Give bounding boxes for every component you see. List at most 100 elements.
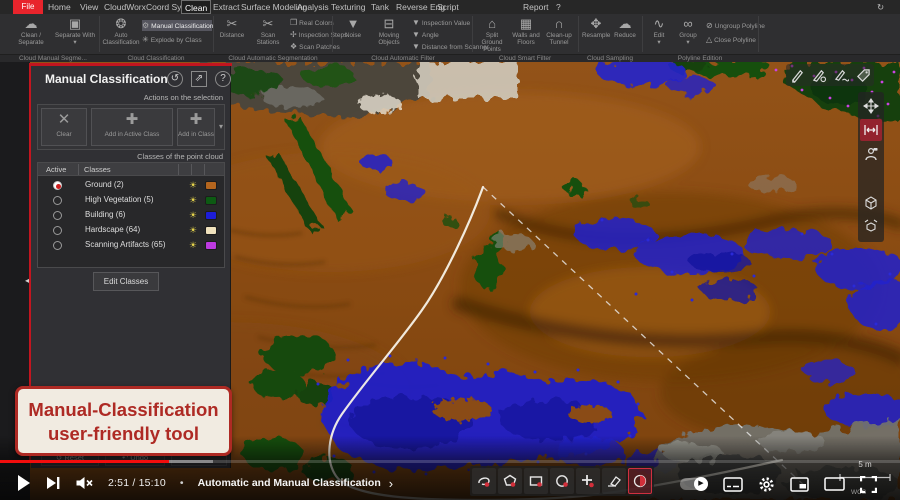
ribbon-split-ground-points-button[interactable]: ⌂ Split Ground Points xyxy=(476,16,508,54)
ribbon-separate-with-button[interactable]: ▣ Separate With ▾ xyxy=(54,16,96,54)
ribbon-noise-button[interactable]: ▼ Noise xyxy=(338,16,368,54)
class-color-swatch[interactable] xyxy=(205,226,217,235)
polygon-selection-button[interactable] xyxy=(498,468,522,494)
add-in-class-button[interactable]: ✚ Add in Class xyxy=(177,108,215,146)
pan-tool-button[interactable] xyxy=(860,95,882,117)
class-active-radio[interactable] xyxy=(53,211,62,220)
class-color-swatch[interactable] xyxy=(205,241,217,250)
view-orientation-tool-button[interactable] xyxy=(860,215,882,237)
visibility-bulb-icon[interactable]: ☀ xyxy=(189,178,197,192)
ribbon-resample-button[interactable]: ✥ Resample xyxy=(582,16,610,54)
tab-script[interactable]: Script xyxy=(434,0,462,14)
class-color-swatch[interactable] xyxy=(205,196,217,205)
fullscreen-button[interactable] xyxy=(860,475,877,493)
edit-classes-button[interactable]: Edit Classes xyxy=(93,272,159,291)
tunnel-icon: ∩ xyxy=(554,16,564,31)
ribbon-auto-classification-button[interactable]: ❂ Auto Classification xyxy=(102,16,140,54)
lasso-selection-button[interactable] xyxy=(472,468,496,494)
class-label: Ground (2) xyxy=(85,180,124,189)
tab-view[interactable]: View xyxy=(77,0,101,14)
ribbon-moving-objects-button[interactable]: ⊟ Moving Objects xyxy=(370,16,408,54)
ribbon-walls-and-floors-button[interactable]: ▦ Walls and Floors xyxy=(510,16,542,54)
scissors-station-icon: ✂ xyxy=(262,16,274,31)
ribbon-group-polyline-button[interactable]: ∞ Group ▾ xyxy=(674,16,702,54)
section-box-icon xyxy=(865,196,877,210)
help-icon[interactable]: ? xyxy=(215,71,231,87)
class-row-high-vegetation[interactable]: High Vegetation (5) ☀ xyxy=(39,193,223,207)
subtitles-button[interactable] xyxy=(723,476,743,492)
chapter-chevron-icon[interactable]: › xyxy=(389,476,393,491)
tab-clean[interactable]: Clean xyxy=(181,0,212,14)
cube-icon: ▣ xyxy=(68,16,82,31)
autoplay-toggle[interactable]: ▶ xyxy=(680,477,708,491)
tag-icon[interactable] xyxy=(856,68,871,83)
class-active-radio[interactable] xyxy=(53,241,62,250)
class-active-radio[interactable] xyxy=(53,226,62,235)
chapter-title[interactable]: Automatic and Manual Classification xyxy=(198,477,381,489)
visibility-bulb-icon[interactable]: ☀ xyxy=(189,223,197,237)
visibility-bulb-icon[interactable]: ☀ xyxy=(189,238,197,252)
visibility-bulb-icon[interactable]: ☀ xyxy=(189,208,197,222)
class-row-scanning-artifacts[interactable]: Scanning Artifacts (65) ☀ xyxy=(39,238,223,252)
settings-gear-button[interactable] xyxy=(758,476,775,493)
rectangle-selection-button[interactable] xyxy=(524,468,548,494)
visibility-bulb-icon[interactable]: ☀ xyxy=(189,193,197,207)
history-icon[interactable]: ↺ xyxy=(167,71,183,87)
ribbon-clean-separate-button[interactable]: ☁ Clean / Separate xyxy=(10,16,52,54)
button-label: Close Polyline xyxy=(714,37,756,44)
polygon-icon xyxy=(503,474,517,487)
next-button[interactable] xyxy=(46,475,61,491)
ribbon-edit-polyline-button[interactable]: ∿ Edit ▾ xyxy=(646,16,672,54)
class-color-swatch[interactable] xyxy=(205,181,217,190)
dropdown-caret-icon[interactable]: ▾ xyxy=(219,122,223,131)
ribbon-ungroup-polyline-button[interactable]: ⊘ Ungroup Polyline xyxy=(706,20,765,31)
theater-mode-button[interactable] xyxy=(824,477,845,491)
miniplayer-button[interactable] xyxy=(790,476,809,492)
orbit-tool-button[interactable] xyxy=(860,143,882,165)
class-active-radio[interactable] xyxy=(53,181,62,190)
ribbon-close-polyline-button[interactable]: △ Close Polyline xyxy=(706,34,758,45)
menu-help-button[interactable]: ? xyxy=(553,0,564,14)
tab-analysis[interactable]: Analysis xyxy=(294,0,332,14)
draw-pen-icon[interactable] xyxy=(834,68,849,83)
class-row-ground[interactable]: Ground (2) ☀ xyxy=(39,178,223,192)
ribbon-explode-by-class-button[interactable]: ✳ Explode by Class xyxy=(142,34,212,45)
ribbon-manual-classification-button[interactable]: ⚙ Manual Classification xyxy=(142,20,213,31)
tab-tank[interactable]: Tank xyxy=(368,0,392,14)
erase-selection-button[interactable] xyxy=(602,468,626,494)
add-point-selection-button[interactable] xyxy=(576,468,600,494)
ribbon-inspection-value-button[interactable]: ▼ Inspection Value xyxy=(412,17,470,28)
ribbon-scan-stations-button[interactable]: ✂ Scan Stations xyxy=(250,16,286,54)
measure-pencil-icon[interactable] xyxy=(790,68,805,83)
panel-collapse-arrow[interactable]: ◂ xyxy=(25,276,29,285)
zoom-fit-tool-button[interactable] xyxy=(860,119,882,141)
sync-icon[interactable]: ↻ xyxy=(874,0,887,14)
ribbon-angle-button[interactable]: ▼ Angle xyxy=(412,29,470,40)
clear-selection-button[interactable]: ✕ Clear xyxy=(41,108,87,146)
play-button[interactable] xyxy=(16,474,32,492)
annotate-pen-icon[interactable] xyxy=(812,68,827,83)
class-active-radio[interactable] xyxy=(53,196,62,205)
tab-report[interactable]: Report xyxy=(520,0,552,14)
ribbon-reduce-button[interactable]: ☁ Reduce xyxy=(612,16,638,54)
tab-texturing[interactable]: Texturing xyxy=(328,0,369,14)
circle-selection-button[interactable] xyxy=(550,468,574,494)
section-box-tool-button[interactable] xyxy=(860,191,882,213)
tab-cloudworx[interactable]: CloudWorx xyxy=(101,0,149,14)
invert-selection-button[interactable] xyxy=(628,468,652,494)
button-label: Scan Stations xyxy=(256,32,280,46)
file-menu-button[interactable]: File xyxy=(13,0,43,14)
fly-tool-button[interactable] xyxy=(860,167,882,189)
annotation-toolbar xyxy=(786,64,874,86)
add-in-active-class-button[interactable]: ✚ Add in Active Class xyxy=(91,108,173,146)
ribbon-cleanup-tunnel-button[interactable]: ∩ Clean-up Tunnel xyxy=(544,16,574,54)
tab-home[interactable]: Home xyxy=(45,0,74,14)
class-color-swatch[interactable] xyxy=(205,211,217,220)
video-progress-bar[interactable] xyxy=(0,460,900,463)
ribbon-distance-button[interactable]: ✂ Distance xyxy=(216,16,248,54)
undock-icon[interactable]: ⇗ xyxy=(191,71,207,87)
ribbon-distance-from-scanner-button[interactable]: ▼ Distance from Scanner xyxy=(412,41,489,52)
class-row-hardscape[interactable]: Hardscape (64) ☀ xyxy=(39,223,223,237)
class-row-building[interactable]: Building (6) ☀ xyxy=(39,208,223,222)
volume-muted-icon[interactable] xyxy=(75,475,94,491)
